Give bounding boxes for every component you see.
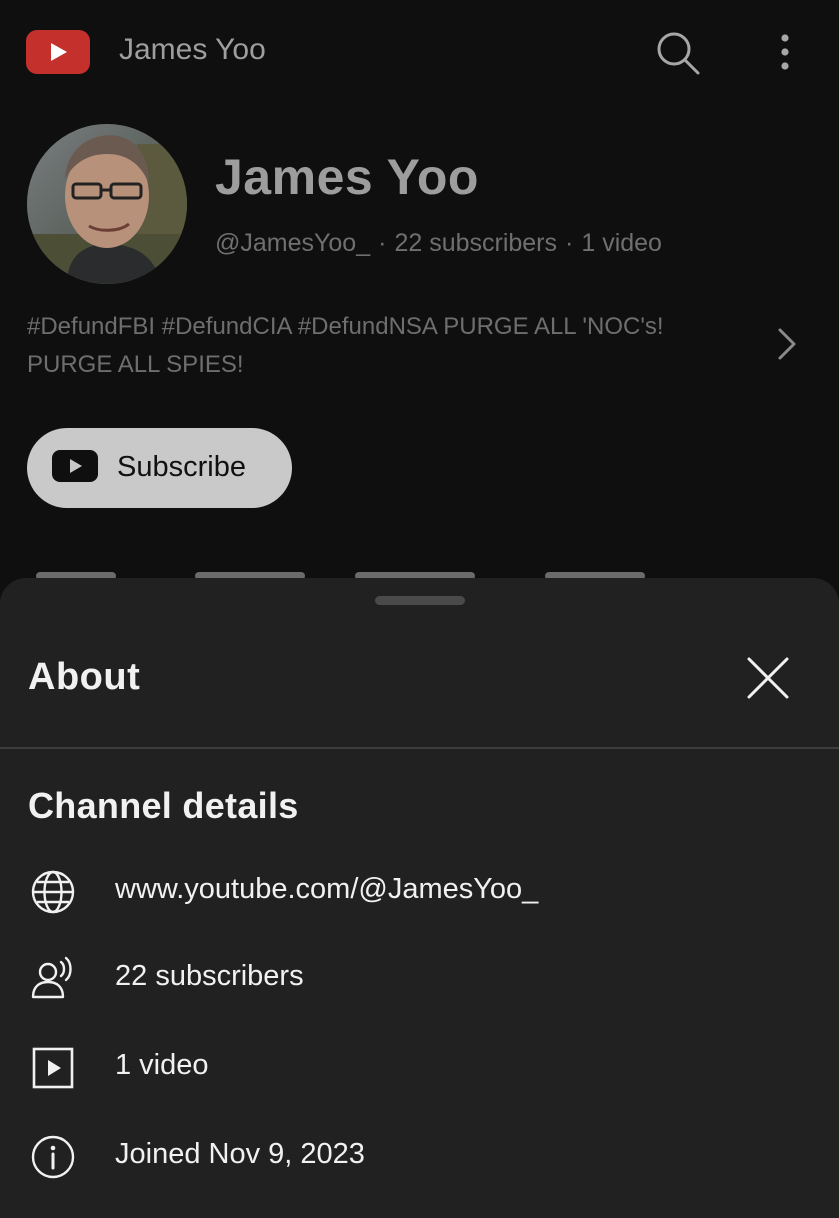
- video-play-icon: [32, 1047, 74, 1089]
- video-count: 1 video: [115, 1049, 209, 1081]
- drag-handle[interactable]: [375, 596, 465, 605]
- detail-row-url[interactable]: www.youtube.com/@JamesYoo_: [0, 860, 839, 920]
- meta-separator: ·: [565, 229, 574, 257]
- detail-row-joined: Joined Nov 9, 2023: [0, 1125, 839, 1185]
- subscribe-button[interactable]: Subscribe: [27, 428, 292, 508]
- channel-video-count: 1 video: [581, 229, 662, 257]
- globe-icon: [31, 870, 75, 914]
- youtube-logo-icon[interactable]: [26, 30, 90, 74]
- channel-url: www.youtube.com/@JamesYoo_: [115, 873, 539, 905]
- meta-separator: ·: [378, 229, 387, 257]
- youtube-subscribe-icon: [52, 450, 98, 482]
- channel-avatar[interactable]: [27, 124, 187, 284]
- detail-row-subscribers: 22 subscribers: [0, 947, 839, 1007]
- channel-subscriber-count: 22 subscribers: [394, 229, 558, 257]
- subscribe-label: Subscribe: [117, 451, 246, 483]
- channel-handle: @JamesYoo_: [215, 229, 371, 257]
- section-title: Channel details: [28, 785, 299, 826]
- subscriber-count: 22 subscribers: [115, 960, 304, 992]
- joined-date: Joined Nov 9, 2023: [115, 1138, 365, 1170]
- divider: [0, 747, 839, 749]
- top-app-bar: James Yoo: [0, 0, 839, 105]
- channel-meta: @JamesYoo_ · 22 subscribers · 1 video: [215, 229, 662, 258]
- channel-name: James Yoo: [215, 149, 479, 205]
- channel-title: James Yoo: [119, 33, 266, 66]
- about-bottom-sheet: About Channel details www.youtube.com/@J…: [0, 578, 839, 1218]
- subscribers-icon: [31, 956, 72, 999]
- chevron-right-icon[interactable]: [770, 322, 800, 366]
- detail-row-videos: 1 video: [0, 1036, 839, 1096]
- more-vertical-icon[interactable]: [768, 28, 802, 78]
- sheet-title: About: [28, 656, 141, 698]
- channel-description[interactable]: #DefundFBI #DefundCIA #DefundNSA PURGE A…: [27, 308, 747, 384]
- close-icon[interactable]: [740, 650, 796, 706]
- search-icon[interactable]: [650, 26, 704, 80]
- info-icon: [31, 1135, 75, 1179]
